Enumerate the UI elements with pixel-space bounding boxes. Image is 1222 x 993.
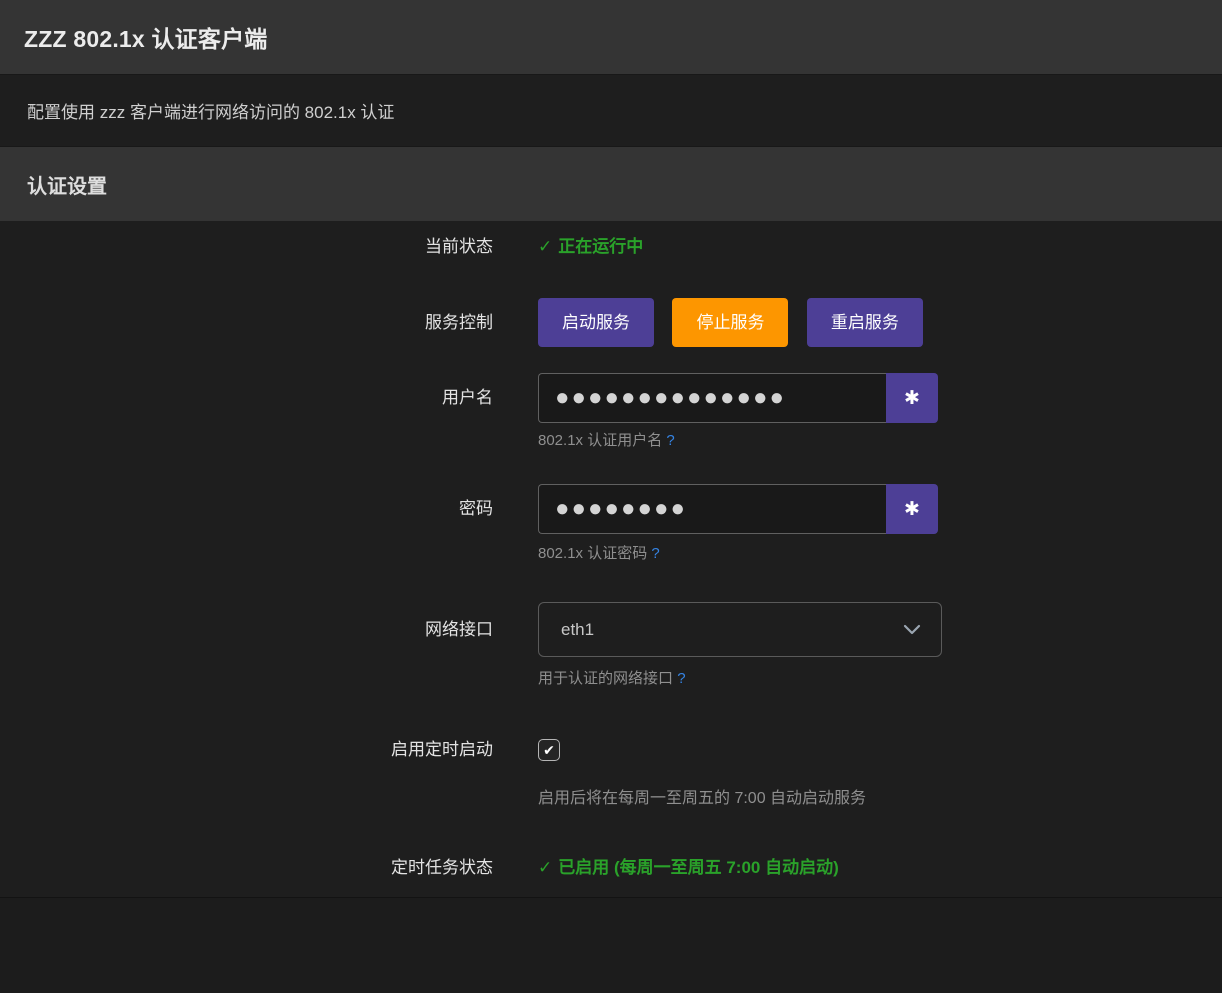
asterisk-icon: ✱ [904, 498, 920, 521]
page-description: 配置使用 zzz 客户端进行网络访问的 802.1x 认证 [0, 75, 1222, 147]
interface-select[interactable]: eth1 [538, 602, 942, 657]
page-title: ZZZ 802.1x 认证客户端 [24, 20, 267, 54]
section-header: 认证设置 [0, 147, 1222, 221]
interface-label: 网络接口 [0, 602, 538, 657]
schedule-enable-checkbox[interactable]: ✔ [538, 739, 560, 761]
current-status-label: 当前状态 [0, 236, 538, 258]
chevron-down-icon [903, 624, 921, 636]
current-status-row: 当前状态 ✓正在运行中 [0, 236, 1222, 258]
page: ZZZ 802.1x 认证客户端 配置使用 zzz 客户端进行网络访问的 802… [0, 0, 1222, 983]
status-check-icon: ✓ [538, 237, 552, 256]
username-reveal-button[interactable]: ✱ [886, 373, 938, 423]
current-status-value: ✓正在运行中 [538, 237, 643, 256]
auth-settings-form: 当前状态 ✓正在运行中 服务控制 启动服务 停止服务 重启服务 用户名 [0, 221, 1222, 898]
password-reveal-button[interactable]: ✱ [886, 484, 938, 534]
interface-hint: 用于认证的网络接口 ? [538, 669, 1222, 689]
schedule-enable-row: 启用定时启动 ✔ 启用后将在每周一至周五的 7:00 自动启动服务 [0, 739, 1222, 809]
asterisk-icon: ✱ [904, 387, 920, 410]
cron-status-value: ✓已启用 (每周一至周五 7:00 自动启动) [538, 858, 839, 877]
interface-select-value: eth1 [561, 620, 903, 640]
schedule-enable-label: 启用定时启动 [0, 739, 538, 761]
username-row: 用户名 ✱ 802.1x 认证用户名 ? [0, 373, 1222, 451]
username-label: 用户名 [0, 373, 538, 423]
checkmark-icon: ✔ [543, 742, 555, 759]
username-input[interactable] [538, 373, 886, 423]
footer-space [0, 898, 1222, 983]
stop-service-button[interactable]: 停止服务 [672, 298, 788, 347]
cron-status-label: 定时任务状态 [0, 857, 538, 879]
password-hint: 802.1x 认证密码 ? [538, 544, 1222, 564]
password-label: 密码 [0, 484, 538, 534]
interface-help-icon[interactable]: ? [677, 670, 685, 687]
section-title: 认证设置 [27, 170, 107, 199]
service-control-row: 服务控制 启动服务 停止服务 重启服务 [0, 298, 1222, 347]
service-control-label: 服务控制 [0, 298, 538, 347]
restart-service-button[interactable]: 重启服务 [807, 298, 923, 347]
username-hint: 802.1x 认证用户名 ? [538, 431, 1222, 451]
password-row: 密码 ✱ 802.1x 认证密码 ? [0, 484, 1222, 564]
interface-row: 网络接口 eth1 用于认证的网络接口 ? [0, 602, 1222, 689]
cron-status-row: 定时任务状态 ✓已启用 (每周一至周五 7:00 自动启动) [0, 857, 1222, 879]
titlebar: ZZZ 802.1x 认证客户端 [0, 0, 1222, 75]
status-check-icon: ✓ [538, 858, 552, 877]
start-service-button[interactable]: 启动服务 [538, 298, 654, 347]
page-description-text: 配置使用 zzz 客户端进行网络访问的 802.1x 认证 [27, 98, 394, 123]
password-help-icon[interactable]: ? [651, 545, 659, 562]
schedule-enable-hint: 启用后将在每周一至周五的 7:00 自动启动服务 [538, 789, 1222, 809]
password-input[interactable] [538, 484, 886, 534]
username-help-icon[interactable]: ? [666, 432, 674, 449]
